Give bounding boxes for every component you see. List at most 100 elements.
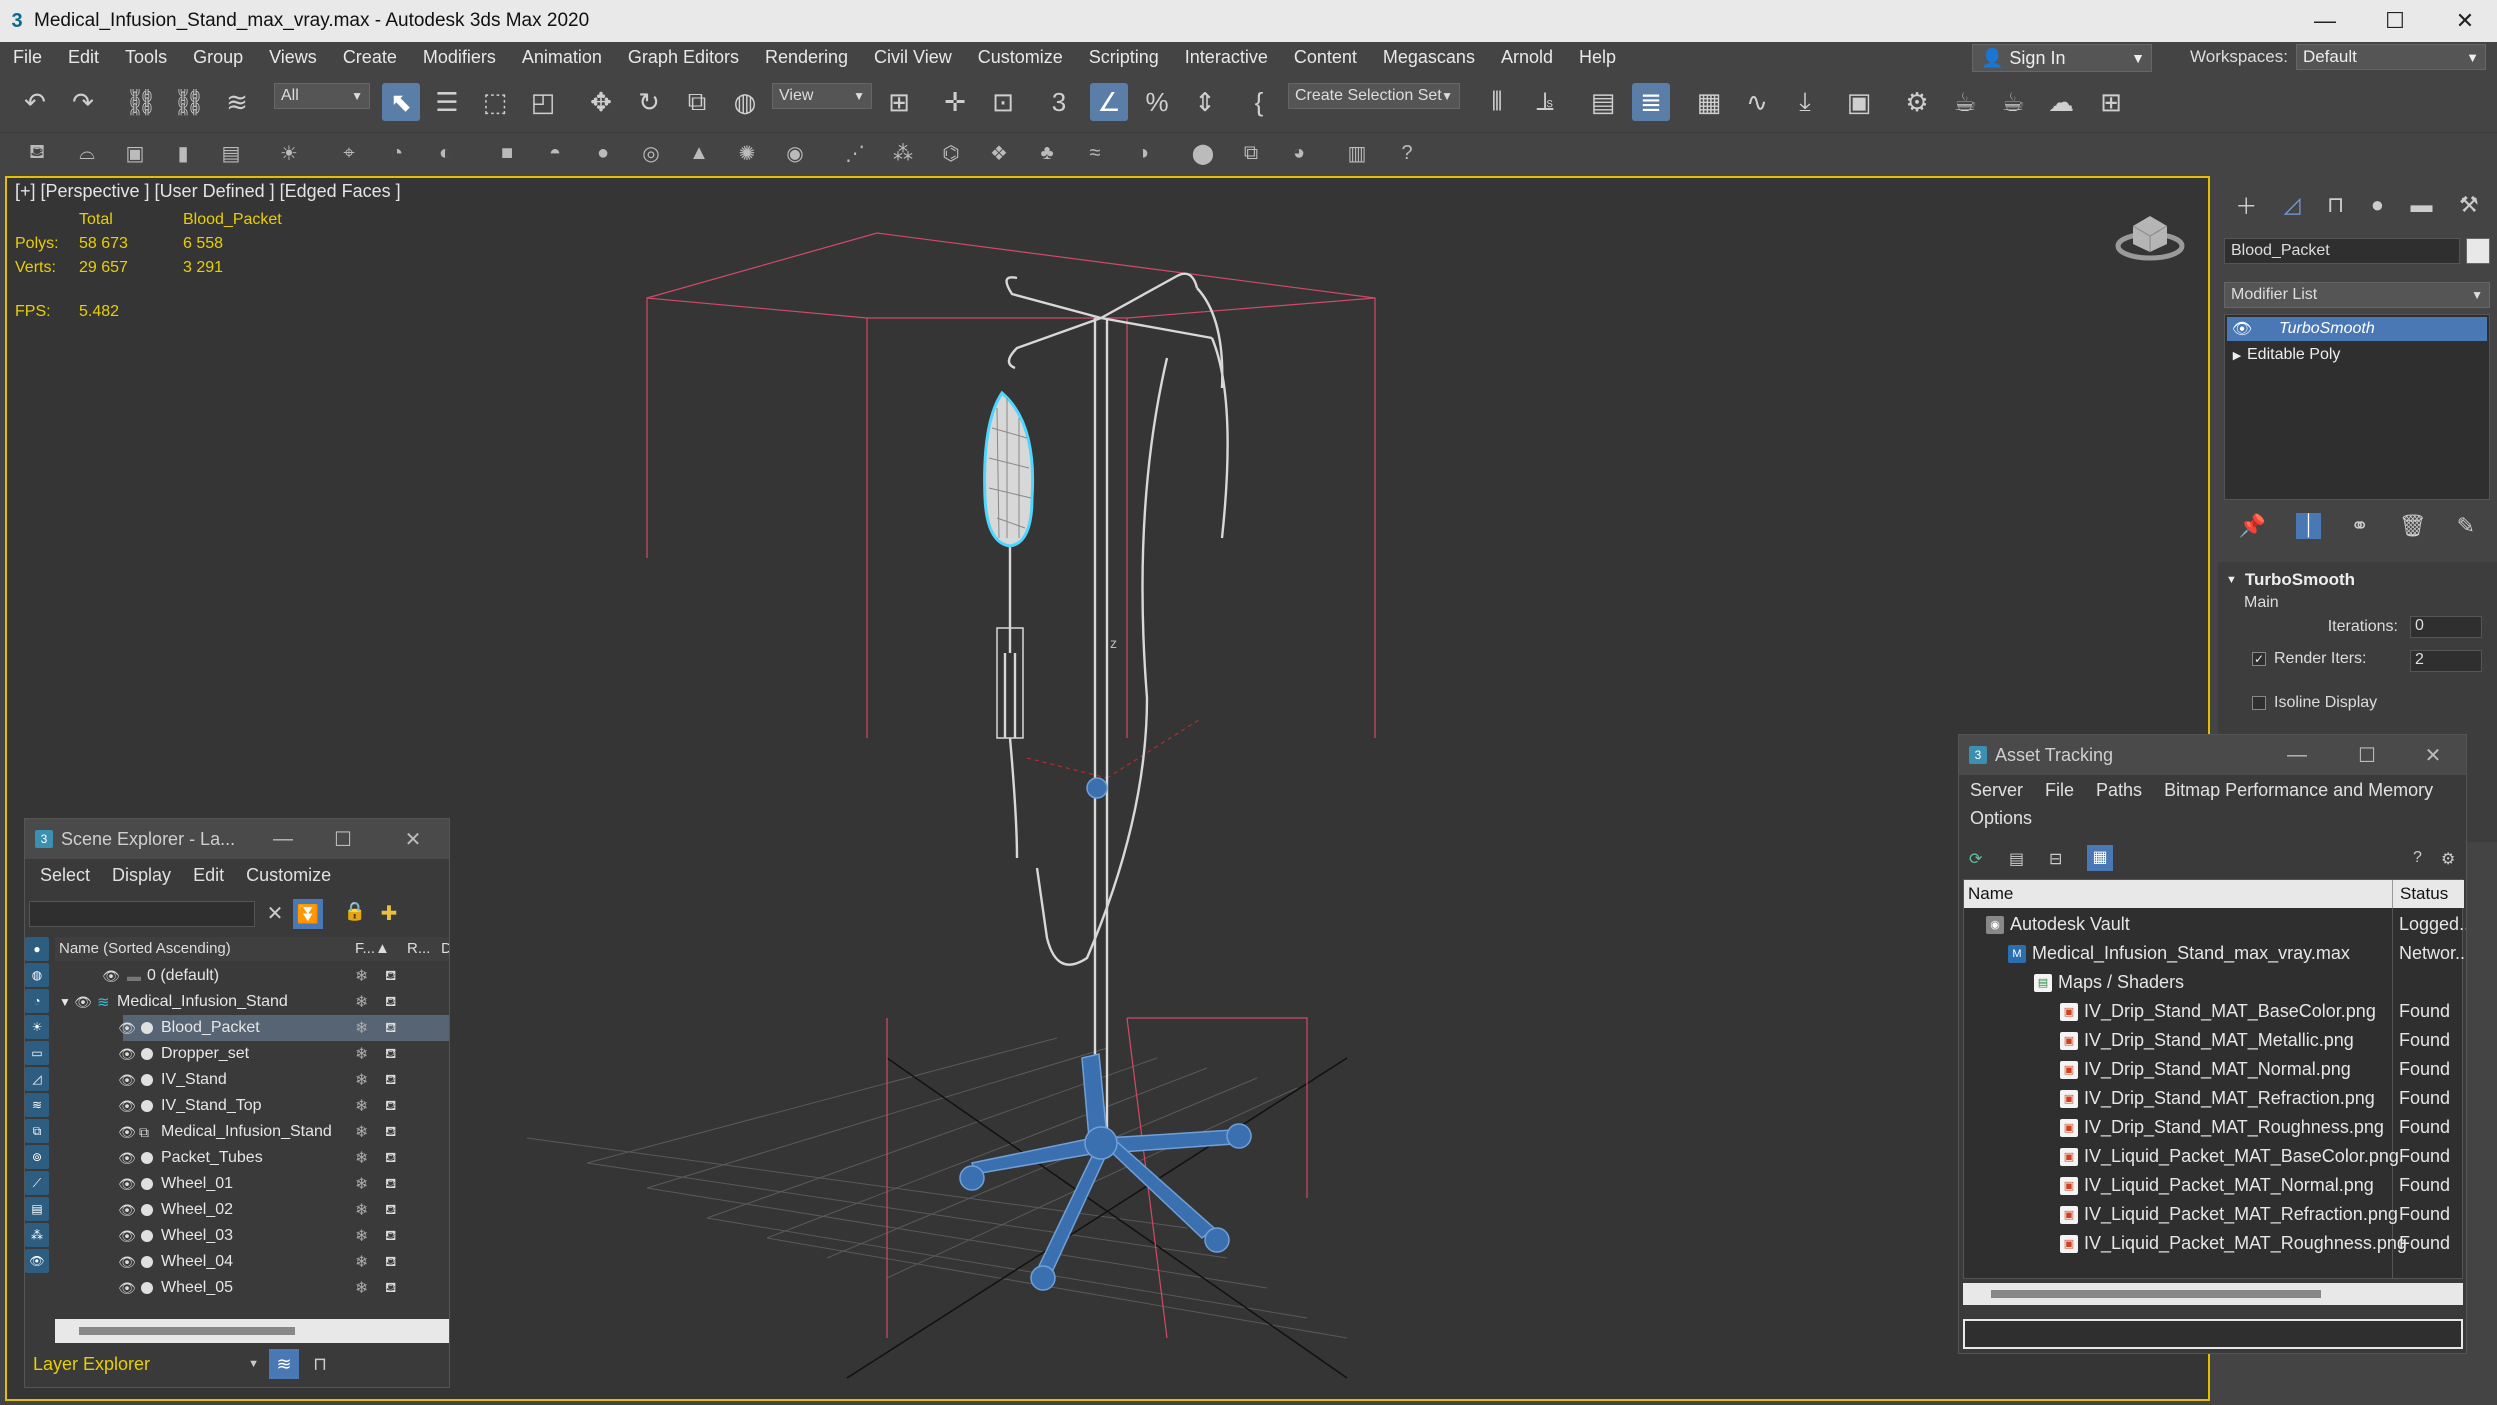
menu-group[interactable]: Group — [180, 47, 256, 68]
at-menu-server[interactable]: Server — [1959, 780, 2034, 801]
tree-row-medical-infusion-stand-group[interactable]: 👁 ⧉ Medical_Infusion_Stand ❄ ⛾ — [118, 1119, 449, 1145]
menu-edit[interactable]: Edit — [55, 47, 112, 68]
modify-tab-icon[interactable]: ◿ — [2284, 192, 2301, 218]
minimize-button[interactable]: — — [265, 825, 301, 853]
maximize-button[interactable]: ☐ — [2360, 0, 2430, 42]
snaps-toggle-icon[interactable]: 3 — [1040, 83, 1078, 121]
render-setup-icon[interactable]: ⚙ — [1898, 83, 1936, 121]
tree-row-dropper-set[interactable]: 👁 Dropper_set ❄ ⛾ — [118, 1041, 449, 1067]
display-shapes-icon[interactable]: ◔ — [25, 989, 49, 1013]
asset-row-autodesk-vault[interactable]: ◉ Autodesk Vault Logged... — [1964, 910, 2466, 939]
display-containers-icon[interactable]: ▤ — [25, 1197, 49, 1221]
camera-icon[interactable]: ⌖ — [334, 138, 364, 168]
menu-content[interactable]: Content — [1281, 47, 1370, 68]
hierarchy-tab-icon[interactable]: ⊓ — [2327, 192, 2344, 218]
tree-row-wheel-05[interactable]: 👁 Wheel_05 ❄ ⛾ — [118, 1275, 449, 1301]
toggle-ribbon-icon[interactable]: ▦ — [1690, 83, 1728, 121]
path-input[interactable] — [1963, 1319, 2463, 1349]
menu-help[interactable]: Help — [1566, 47, 1629, 68]
maximize-button[interactable]: ☐ — [325, 825, 361, 853]
menu-customize[interactable]: Customize — [965, 47, 1076, 68]
menu-interactive[interactable]: Interactive — [1172, 47, 1281, 68]
angle-snap-icon[interactable]: ∠ — [1090, 83, 1128, 121]
column-name[interactable]: Name (Sorted Ascending) — [59, 940, 231, 957]
asset-row-map[interactable]: ▣ IV_Drip_Stand_MAT_BaseColor.png Found — [1964, 997, 2466, 1026]
freeze-icon[interactable]: ❄ — [355, 1122, 368, 1142]
teapot-icon[interactable]: ⛾ — [22, 138, 52, 168]
display-groups-icon[interactable]: ⧉ — [25, 1119, 49, 1143]
tree-row-layer-medical-infusion-stand[interactable]: ▼ 👁 ≋ Medical_Infusion_Stand ❄ ⛾ — [55, 989, 423, 1015]
freeze-icon[interactable]: ❄ — [355, 1226, 368, 1246]
filter-icon[interactable]: ⏬ — [293, 899, 323, 929]
freeze-icon[interactable]: ❄ — [355, 1148, 368, 1168]
torus-icon[interactable]: ◎ — [636, 138, 666, 168]
close-button[interactable]: ✕ — [2430, 0, 2497, 42]
render-teapot-icon[interactable]: ⛾ — [385, 1227, 396, 1246]
asset-row-map[interactable]: ▣ IV_Drip_Stand_MAT_Normal.png Found — [1964, 1055, 2466, 1084]
table-view-icon[interactable]: ▦ — [2087, 845, 2113, 871]
freeze-icon[interactable]: ❄ — [355, 1018, 368, 1038]
selection-filter-dropdown[interactable]: All ▼ — [274, 83, 370, 109]
reference-coordinate-dropdown[interactable]: View ▼ — [772, 83, 872, 109]
toggle-icon[interactable]: ◕ — [1284, 138, 1314, 168]
render-teapot-icon[interactable]: ⛾ — [385, 1045, 396, 1064]
render-in-cloud-icon[interactable]: ☁ — [2042, 83, 2080, 121]
display-all-icon[interactable]: ● — [25, 937, 49, 961]
dome-icon[interactable]: ◓ — [540, 138, 570, 168]
material-sphere-icon[interactable]: ⬤ — [1188, 138, 1218, 168]
menu-scripting[interactable]: Scripting — [1076, 47, 1172, 68]
display-cameras-icon[interactable]: ▭ — [25, 1041, 49, 1065]
freeze-icon[interactable]: ❄ — [355, 1278, 368, 1298]
light-icon[interactable]: ☀ — [274, 138, 304, 168]
display-bones-icon[interactable]: ⟋ — [25, 1171, 49, 1195]
se-menu-display[interactable]: Display — [101, 865, 182, 886]
freeze-icon[interactable]: ❄ — [355, 1096, 368, 1116]
sun-icon[interactable]: ✺ — [732, 138, 762, 168]
plane-icon[interactable]: ▤ — [216, 138, 246, 168]
display-lights-icon[interactable]: ☀ — [25, 1015, 49, 1039]
lock-icon[interactable]: 🔒 — [341, 901, 369, 929]
asset-tracking-title-bar[interactable]: 3 Asset Tracking — ☐ ✕ — [1959, 735, 2466, 775]
menu-megascans[interactable]: Megascans — [1370, 47, 1488, 68]
tree-row-blood-packet[interactable]: 👁 Blood_Packet ❄ ⛾ — [118, 1015, 449, 1041]
settings-icon[interactable]: ⚙ — [2441, 849, 2455, 869]
close-button[interactable]: ✕ — [395, 825, 431, 853]
fur-icon[interactable]: ≈ — [1080, 138, 1110, 168]
asset-row-maps-shaders[interactable]: ▤ Maps / Shaders — [1964, 968, 2466, 997]
column-status[interactable]: Status — [2400, 884, 2448, 904]
at-menu-bitmap-performance[interactable]: Bitmap Performance and Memory — [2153, 780, 2444, 801]
asset-row-map[interactable]: ▣ IV_Drip_Stand_MAT_Roughness.png Found — [1964, 1113, 2466, 1142]
display-particles-icon[interactable]: ⁂ — [25, 1223, 49, 1247]
scene-explorer-title-bar[interactable]: 3 Scene Explorer - La... — ☐ ✕ — [25, 819, 449, 859]
select-manipulate-icon[interactable]: ✛ — [936, 83, 974, 121]
eye-icon[interactable]: 👁 — [117, 1228, 137, 1244]
eye-icon[interactable]: 👁 — [117, 1124, 137, 1140]
display-geometry-icon[interactable]: ◍ — [25, 963, 49, 987]
se-menu-select[interactable]: Select — [29, 865, 101, 886]
eye-icon[interactable]: 👁 — [117, 1046, 137, 1062]
percent-snap-icon[interactable]: % — [1138, 83, 1176, 121]
keyboard-shortcut-override-icon[interactable]: ⊡ — [984, 83, 1022, 121]
scrollbar-thumb[interactable] — [79, 1327, 295, 1335]
eye-icon[interactable]: 👁 — [117, 1202, 137, 1218]
menu-tools[interactable]: Tools — [112, 47, 180, 68]
particle-icon[interactable]: ⁂ — [888, 138, 918, 168]
eye-icon[interactable]: 👁 — [73, 994, 93, 1010]
mirror-icon[interactable]: ⫴ — [1478, 83, 1516, 121]
freeze-icon[interactable]: ❄ — [355, 992, 368, 1012]
at-menu-paths[interactable]: Paths — [2085, 780, 2153, 801]
menu-arnold[interactable]: Arnold — [1488, 47, 1566, 68]
spacewarp-icon[interactable]: ◐ — [430, 138, 460, 168]
show-end-result-icon[interactable]: ⏐ — [2296, 513, 2321, 539]
help-icon[interactable]: ? — [2413, 849, 2422, 867]
named-selection-set-dropdown[interactable]: Create Selection Set ▼ — [1288, 83, 1460, 109]
asset-row-map[interactable]: ▣ IV_Drip_Stand_MAT_Refraction.png Found — [1964, 1084, 2466, 1113]
se-menu-edit[interactable]: Edit — [182, 865, 235, 886]
utilities-tab-icon[interactable]: ⚒ — [2459, 192, 2479, 218]
tree-view-icon[interactable]: ⊟ — [2049, 849, 2062, 869]
freeze-icon[interactable]: ❄ — [355, 1044, 368, 1064]
menu-civil-view[interactable]: Civil View — [861, 47, 965, 68]
render-teapot-icon[interactable]: ⛾ — [385, 1175, 396, 1194]
refresh-icon[interactable]: ⟳ — [1969, 849, 1982, 869]
isoline-display-checkbox[interactable] — [2252, 696, 2266, 710]
